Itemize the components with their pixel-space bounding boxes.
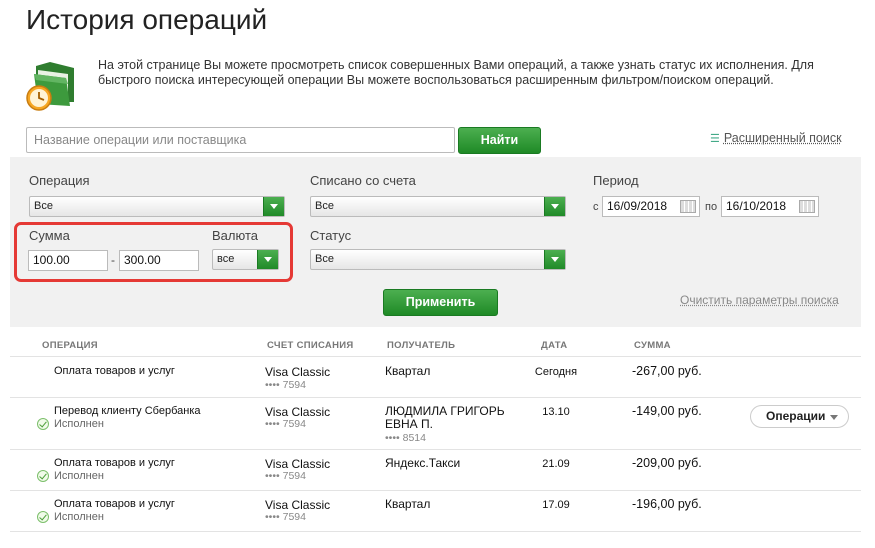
operation-date: 17.09 — [542, 499, 570, 511]
column-header-date: ДАТА — [541, 340, 568, 351]
account-select-value: Все — [315, 200, 334, 212]
search-input[interactable] — [26, 127, 455, 153]
clear-filters-link[interactable]: Очистить параметры поиска — [680, 293, 839, 307]
recipient-name: Квартал — [385, 364, 431, 378]
operation-amount: -196,00 руб. — [632, 497, 702, 511]
table-row[interactable]: Оплата товаров и услуг Исполнен Visa Cla… — [10, 491, 861, 532]
account-label: Списано со счета — [310, 173, 416, 188]
chevron-down-icon — [544, 250, 565, 269]
operation-name: Оплата товаров и услуг — [54, 365, 175, 377]
period-to-field[interactable]: 16/10/2018 — [721, 196, 819, 217]
account-number: •••• 7594 — [265, 470, 306, 482]
chevron-down-icon — [544, 197, 565, 216]
operation-status: Исполнен — [54, 511, 104, 523]
check-icon — [37, 511, 49, 523]
find-button[interactable]: Найти — [458, 127, 541, 154]
operations-menu-label: Операции — [766, 409, 826, 423]
period-label: Период — [593, 173, 639, 188]
account-name: Visa Classic — [265, 365, 331, 379]
period-from-label: с — [593, 201, 599, 213]
operation-amount: -149,00 руб. — [632, 404, 702, 418]
recipient-number: •••• 8514 — [385, 432, 426, 444]
check-icon — [37, 470, 49, 482]
account-name: Visa Classic — [265, 457, 331, 471]
calendar-icon[interactable] — [799, 200, 815, 213]
account-number: •••• 7594 — [265, 511, 306, 523]
account-number: •••• 7594 — [265, 379, 306, 391]
calendar-icon[interactable] — [680, 200, 696, 213]
operation-label: Операция — [29, 173, 90, 188]
period-from-value: 16/09/2018 — [607, 199, 668, 213]
operation-date: 21.09 — [542, 458, 570, 470]
period-to-label: по — [705, 201, 718, 213]
account-name: Visa Classic — [265, 498, 331, 512]
operations-menu-button[interactable]: Операции — [750, 405, 849, 428]
recipient-name: ЛЮДМИЛА ГРИГОРЬ ЕВНА П. — [385, 404, 505, 431]
account-select[interactable]: Все — [310, 196, 566, 217]
period-to-value: 16/10/2018 — [726, 199, 787, 213]
highlight-frame — [14, 222, 293, 282]
operation-status: Исполнен — [54, 418, 104, 430]
operation-select[interactable]: Все — [29, 196, 285, 217]
operation-date: Сегодня — [534, 366, 578, 378]
table-header: ОПЕРАЦИЯ СЧЕТ СПИСАНИЯ ПОЛУЧАТЕЛЬ ДАТА С… — [10, 335, 861, 357]
column-header-amount: СУММА — [634, 340, 671, 351]
operation-name: Оплата товаров и услуг — [54, 457, 175, 469]
account-number: •••• 7594 — [265, 418, 306, 430]
operation-name: Перевод клиенту Сбербанка — [54, 405, 201, 417]
chevron-down-icon — [830, 415, 838, 420]
folder-clock-icon — [26, 62, 74, 111]
operation-select-value: Все — [34, 200, 53, 212]
advanced-search-label: Расширенный поиск — [723, 131, 842, 145]
filter-icon: ☰ — [710, 133, 720, 145]
check-icon — [37, 418, 49, 430]
advanced-search-link[interactable]: ☰ Расширенный поиск — [710, 131, 842, 145]
status-label: Статус — [310, 228, 352, 243]
recipient-name: Яндекс.Такси — [385, 456, 461, 470]
chevron-down-icon — [263, 197, 284, 216]
operation-status: Исполнен — [54, 470, 104, 482]
column-header-recipient: ПОЛУЧАТЕЛЬ — [387, 340, 456, 351]
page-title: История операций — [26, 4, 268, 35]
column-header-operation: ОПЕРАЦИЯ — [42, 340, 98, 351]
table-row[interactable]: Оплата товаров и услуг Visa Classic ••••… — [10, 358, 861, 398]
column-header-account: СЧЕТ СПИСАНИЯ — [267, 340, 354, 351]
operation-amount: -267,00 руб. — [632, 364, 702, 378]
period-from-field[interactable]: 16/09/2018 — [602, 196, 700, 217]
operation-name: Оплата товаров и услуг — [54, 498, 175, 510]
status-select[interactable]: Все — [310, 249, 566, 270]
table-row[interactable]: Перевод клиенту Сбербанка Исполнен Visa … — [10, 398, 861, 450]
recipient-name: Квартал — [385, 497, 431, 511]
status-select-value: Все — [315, 253, 334, 265]
operation-date: 13.10 — [542, 406, 570, 418]
table-row[interactable]: Оплата товаров и услуг Исполнен Visa Cla… — [10, 450, 861, 491]
intro-text: На этой странице Вы можете просмотреть с… — [98, 58, 814, 87]
account-name: Visa Classic — [265, 405, 331, 419]
apply-button[interactable]: Применить — [383, 289, 498, 316]
operation-amount: -209,00 руб. — [632, 456, 702, 470]
